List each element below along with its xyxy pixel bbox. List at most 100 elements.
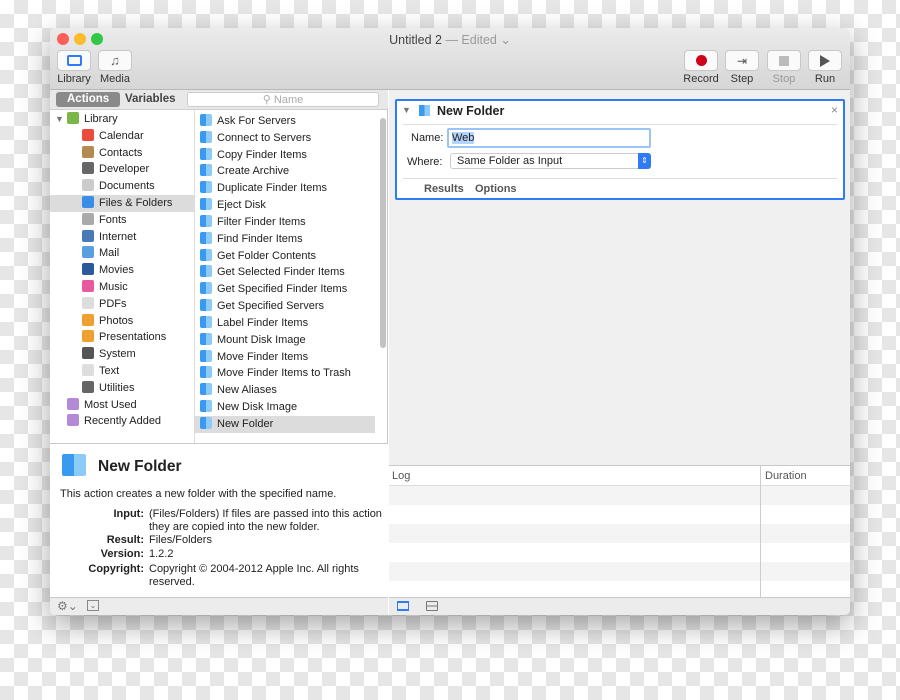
search-input[interactable]: ⚲ Name — [187, 92, 379, 107]
action-label: Copy Finder Items — [217, 148, 307, 161]
action-label: Get Specified Finder Items — [217, 283, 348, 296]
action-item[interactable]: Eject Disk — [195, 197, 375, 214]
library-button[interactable]: Library — [55, 50, 93, 85]
media-label: Media — [100, 73, 130, 85]
action-item[interactable]: Duplicate Finder Items — [195, 180, 375, 197]
category-item[interactable]: Developer — [50, 161, 194, 178]
tab-actions[interactable]: Actions — [56, 92, 121, 107]
input-value: (Files/Folders) If files are passed into… — [149, 508, 382, 533]
category-item[interactable]: Music — [50, 279, 194, 296]
edited-status[interactable]: — Edited — [445, 33, 496, 47]
category-item[interactable]: Photos — [50, 313, 194, 330]
log-column-header[interactable]: Log — [392, 470, 410, 482]
category-icon — [82, 313, 94, 326]
version-value: 1.2.2 — [149, 548, 174, 560]
category-item[interactable]: Presentations — [50, 329, 194, 346]
results-tab[interactable]: Results — [424, 183, 464, 195]
stop-button[interactable]: Stop — [767, 50, 801, 85]
description-title: New Folder — [98, 458, 182, 475]
category-label: System — [99, 348, 136, 361]
duration-column-header[interactable]: Duration — [765, 470, 807, 482]
category-label: Calendar — [99, 129, 144, 142]
action-item[interactable]: Get Selected Finder Items — [195, 264, 375, 281]
action-item[interactable]: Get Specified Finder Items — [195, 281, 375, 298]
close-icon[interactable]: × — [831, 103, 838, 117]
action-item[interactable]: Move Finder Items to Trash — [195, 365, 375, 382]
media-button[interactable]: ♫ Media — [97, 50, 133, 85]
category-item[interactable]: Text — [50, 363, 194, 380]
step-icon: ⇥ — [736, 53, 748, 68]
action-item[interactable]: Get Folder Contents — [195, 248, 375, 265]
category-item[interactable]: Calendar — [50, 128, 194, 145]
category-item[interactable]: Mail — [50, 245, 194, 262]
category-label: Text — [99, 365, 120, 377]
play-icon — [820, 54, 830, 67]
action-item[interactable]: New Aliases — [195, 382, 375, 399]
toggle-description-icon[interactable]: ⌄ — [87, 600, 99, 611]
stop-label: Stop — [772, 73, 796, 85]
action-item[interactable]: Find Finder Items — [195, 231, 375, 248]
disclosure-triangle-icon[interactable]: ▼ — [402, 105, 411, 115]
action-label: New Aliases — [217, 384, 277, 397]
action-label: Move Finder Items — [217, 350, 309, 363]
action-item[interactable]: New Folder — [195, 415, 375, 433]
scrollbar[interactable] — [380, 118, 386, 348]
action-item[interactable]: Label Finder Items — [195, 315, 375, 332]
action-label: Label Finder Items — [217, 316, 309, 329]
category-item[interactable]: Contacts — [50, 145, 194, 162]
category-item[interactable]: Fonts — [50, 212, 194, 229]
category-item[interactable]: PDFs — [50, 296, 194, 313]
category-icon — [82, 263, 94, 276]
action-item[interactable]: New Disk Image — [195, 399, 375, 416]
action-item[interactable]: Get Specified Servers — [195, 298, 375, 315]
finder-icon — [200, 164, 212, 177]
log-row — [389, 486, 850, 505]
category-item[interactable]: Most Used — [50, 397, 194, 414]
category-icon — [82, 364, 94, 376]
tab-variables[interactable]: Variables — [114, 92, 187, 107]
finder-icon — [200, 113, 212, 126]
card-title: New Folder — [437, 104, 505, 118]
action-item[interactable]: Move Finder Items — [195, 349, 375, 366]
step-label: Step — [730, 73, 754, 85]
action-label: Duplicate Finder Items — [217, 182, 328, 195]
disclosure-triangle-icon[interactable]: ▼ — [55, 111, 64, 128]
category-label: Most Used — [84, 398, 137, 411]
split-view-icon[interactable] — [426, 601, 438, 611]
action-item[interactable]: Mount Disk Image — [195, 332, 375, 349]
options-tab[interactable]: Options — [475, 183, 517, 195]
run-button[interactable]: Run — [808, 50, 842, 85]
action-item[interactable]: Filter Finder Items — [195, 214, 375, 231]
finder-icon — [200, 383, 212, 396]
record-button[interactable]: Record — [683, 50, 719, 85]
action-card-new-folder[interactable]: ▼ New Folder × Name: Web Where: Same Fol… — [395, 99, 845, 200]
category-item[interactable]: Files & Folders — [50, 195, 194, 212]
category-item[interactable]: Documents — [50, 178, 194, 195]
category-item[interactable]: Utilities — [50, 380, 194, 397]
step-button[interactable]: ⇥ Step — [725, 50, 759, 85]
name-label: Name: — [411, 132, 444, 144]
name-field[interactable]: Web — [447, 128, 651, 148]
action-item[interactable]: Create Archive — [195, 163, 375, 180]
where-value: Same Folder as Input — [457, 155, 563, 167]
category-item[interactable]: System — [50, 346, 194, 363]
category-item[interactable]: Internet — [50, 229, 194, 246]
category-icon — [82, 296, 94, 309]
action-label: Eject Disk — [217, 199, 266, 212]
action-item[interactable]: Copy Finder Items — [195, 147, 375, 164]
action-item[interactable]: Connect to Servers — [195, 130, 375, 147]
category-item[interactable]: ▼ Library — [50, 111, 194, 128]
gear-menu-icon[interactable]: ⚙⌄ — [57, 599, 78, 613]
where-select[interactable]: Same Folder as Input ⇕ — [450, 153, 651, 169]
category-item[interactable]: Recently Added — [50, 413, 194, 430]
record-icon — [695, 55, 707, 66]
category-item[interactable]: Movies — [50, 262, 194, 279]
finder-icon — [200, 231, 212, 244]
category-label: Developer — [99, 163, 150, 176]
list-view-icon[interactable] — [397, 601, 409, 611]
log-table: Log Duration — [389, 465, 850, 600]
library-tabs: Actions Variables ⚲ Name — [50, 90, 388, 110]
finder-icon — [200, 366, 212, 379]
action-item[interactable]: Ask For Servers — [195, 113, 375, 130]
record-label: Record — [683, 73, 719, 85]
